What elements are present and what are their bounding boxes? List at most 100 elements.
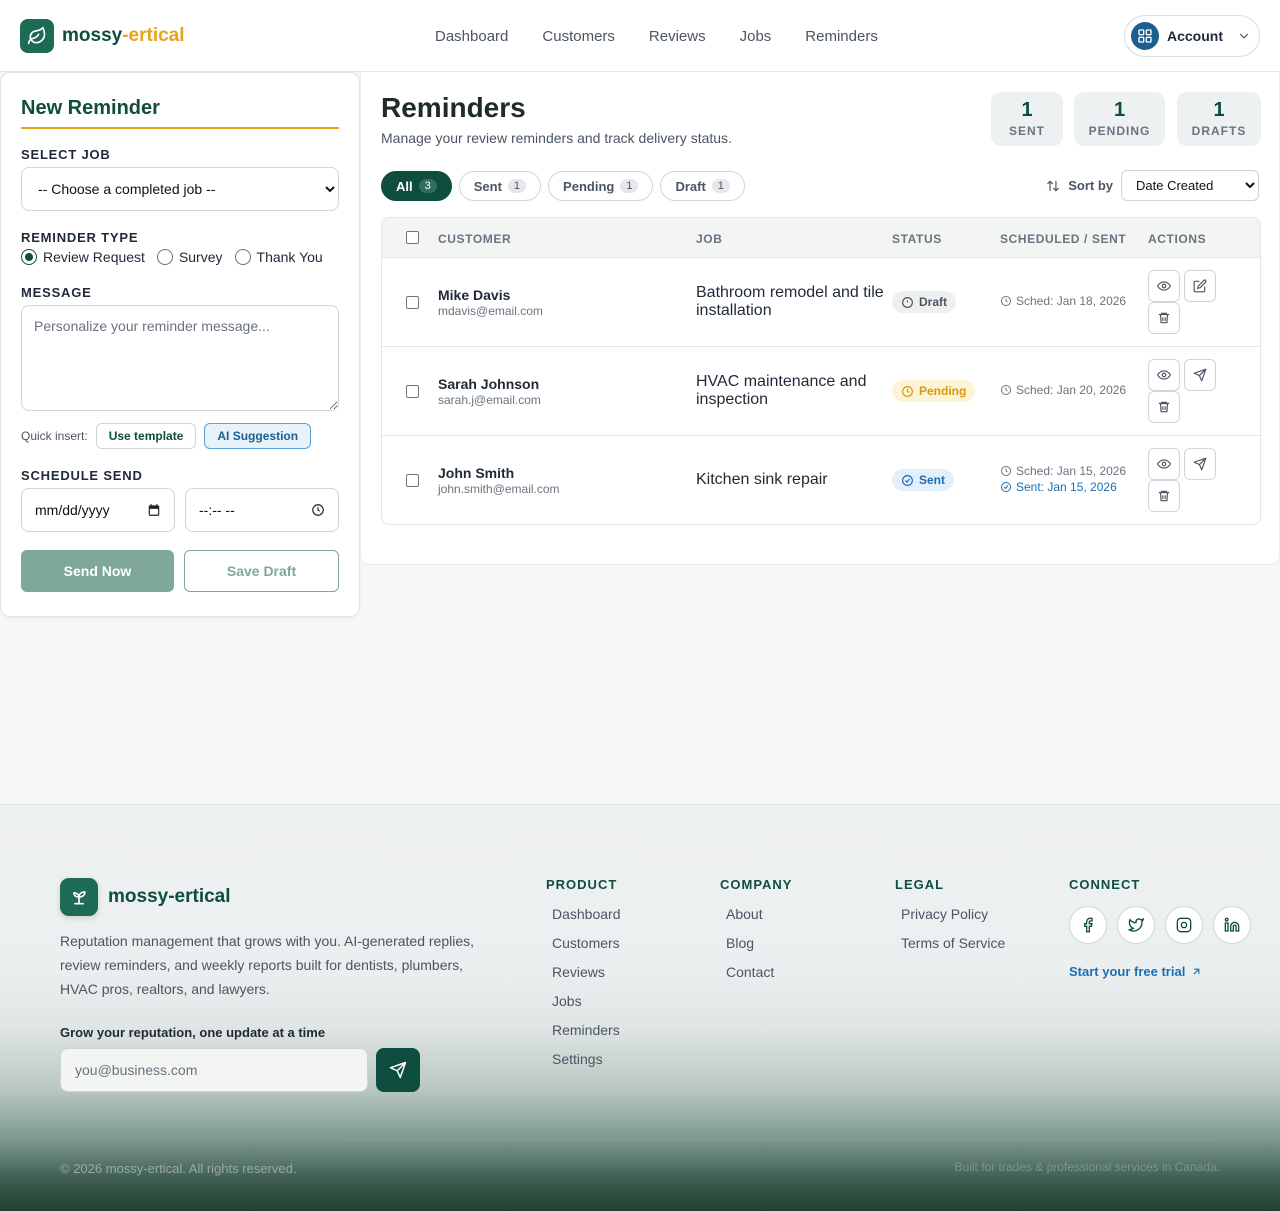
- nav-jobs[interactable]: Jobs: [723, 28, 789, 45]
- resend-button[interactable]: [1184, 448, 1216, 480]
- free-trial-link[interactable]: Start your free trial: [1069, 964, 1251, 979]
- sort-control: Sort by Date Created: [1046, 170, 1259, 201]
- schedule-time-input[interactable]: --:-- --: [185, 488, 339, 532]
- message-label: MESSAGE: [21, 285, 92, 300]
- footer-link-dashboard[interactable]: Dashboard: [552, 906, 621, 935]
- sort-label: Sort by: [1068, 178, 1113, 193]
- calendar-icon[interactable]: [147, 503, 161, 517]
- table-row: Mike Davis mdavis@email.com Bathroom rem…: [382, 258, 1260, 347]
- eye-icon: [1157, 279, 1171, 293]
- clock-icon: [1000, 384, 1012, 396]
- brand-name: mossy: [62, 25, 123, 46]
- footer-link-terms[interactable]: Terms of Service: [901, 935, 1005, 964]
- account-menu-button[interactable]: Account: [1124, 15, 1260, 57]
- new-reminder-panel: New Reminder SELECT JOB -- Choose a comp…: [0, 72, 360, 617]
- footer-link-privacy[interactable]: Privacy Policy: [901, 906, 1005, 935]
- filter-pending[interactable]: Pending 1: [548, 171, 654, 201]
- brand-name-accent: -ertical: [122, 25, 185, 46]
- time-placeholder: --:-- --: [199, 502, 235, 518]
- column-header: JOB: [696, 232, 723, 246]
- schedule-date-input[interactable]: mm/dd/yyyy: [21, 488, 175, 532]
- view-button[interactable]: [1148, 448, 1180, 480]
- facebook-icon[interactable]: [1069, 906, 1107, 944]
- brand-logo-link[interactable]: mossy-ertical: [20, 19, 185, 53]
- save-draft-button[interactable]: Save Draft: [184, 550, 339, 592]
- sent-date: Sent: Jan 15, 2026: [1000, 480, 1117, 494]
- job-title: HVAC maintenance and inspection: [696, 373, 867, 408]
- radio-checked-icon[interactable]: [21, 249, 37, 265]
- radio-survey[interactable]: Survey: [156, 249, 223, 265]
- view-button[interactable]: [1148, 270, 1180, 302]
- send-icon: [389, 1061, 407, 1079]
- nav-customers[interactable]: Customers: [525, 28, 632, 45]
- customer-email: sarah.j@email.com: [438, 393, 541, 407]
- nav-reminders[interactable]: Reminders: [788, 28, 895, 45]
- radio-unchecked-icon[interactable]: [156, 249, 173, 265]
- leaf-icon: [20, 19, 54, 53]
- filter-count: 1: [711, 179, 730, 193]
- sort-dropdown[interactable]: Date Created: [1121, 170, 1259, 201]
- footer-column-title: PRODUCT: [546, 877, 618, 892]
- footer-link-customers[interactable]: Customers: [552, 935, 621, 964]
- filter-draft[interactable]: Draft 1: [660, 171, 745, 201]
- view-button[interactable]: [1148, 359, 1180, 391]
- select-all-checkbox[interactable]: [406, 231, 419, 244]
- clock-icon: [1000, 295, 1012, 307]
- column-header: STATUS: [892, 232, 942, 246]
- edit-button[interactable]: [1184, 270, 1216, 302]
- row-checkbox[interactable]: [406, 474, 419, 487]
- stat-card-pending: 1 PENDING: [1074, 92, 1165, 146]
- send-button[interactable]: [1184, 359, 1216, 391]
- page-subtitle: Manage your review reminders and track d…: [381, 130, 732, 146]
- footer-divider: [340, 1139, 1220, 1140]
- twitter-icon[interactable]: [1117, 906, 1155, 944]
- nav-dashboard[interactable]: Dashboard: [418, 28, 525, 45]
- footer-link-about[interactable]: About: [726, 906, 792, 935]
- account-label: Account: [1167, 28, 1223, 44]
- stat-label: PENDING: [1088, 124, 1151, 138]
- radio-review-request[interactable]: Review Request: [21, 249, 145, 265]
- filter-all[interactable]: All 3: [381, 171, 452, 201]
- stat-card-sent: 1 SENT: [991, 92, 1063, 146]
- dashboard-grid-icon: [1131, 22, 1159, 50]
- trash-icon: [1157, 489, 1171, 503]
- newsletter-email-input[interactable]: you@business.com: [60, 1048, 368, 1092]
- customer-email: john.smith@email.com: [438, 482, 560, 496]
- status-badge: Draft: [892, 291, 957, 313]
- clock-icon[interactable]: [311, 503, 325, 517]
- filter-tabs: All 3 Sent 1 Pending 1 Draft 1: [381, 171, 745, 201]
- select-job-dropdown[interactable]: -- Choose a completed job --: [21, 167, 339, 211]
- footer-link-blog[interactable]: Blog: [726, 935, 792, 964]
- nav-reviews[interactable]: Reviews: [632, 28, 723, 45]
- row-checkbox[interactable]: [406, 296, 419, 309]
- send-now-button[interactable]: Send Now: [21, 550, 174, 592]
- use-template-button[interactable]: Use template: [95, 423, 197, 449]
- filter-label: Draft: [675, 178, 706, 194]
- footer-link-settings[interactable]: Settings: [552, 1051, 621, 1080]
- newsletter-label: Grow your reputation, one update at a ti…: [60, 1025, 326, 1040]
- row-checkbox[interactable]: [406, 385, 419, 398]
- newsletter-submit-button[interactable]: [376, 1048, 420, 1092]
- radio-unchecked-icon[interactable]: [234, 249, 251, 265]
- footer-link-reminders[interactable]: Reminders: [552, 1022, 621, 1051]
- radio-thank-you[interactable]: Thank You: [234, 249, 323, 265]
- table-row: Sarah Johnson sarah.j@email.com HVAC mai…: [382, 347, 1260, 436]
- footer-link-jobs[interactable]: Jobs: [552, 993, 621, 1022]
- filter-sent[interactable]: Sent 1: [458, 171, 542, 201]
- instagram-icon[interactable]: [1165, 906, 1203, 944]
- chevron-down-icon: [1237, 29, 1251, 43]
- linkedin-icon[interactable]: [1213, 906, 1251, 944]
- delete-button[interactable]: [1148, 480, 1180, 512]
- social-links: [1069, 906, 1251, 944]
- send-icon: [1193, 368, 1207, 382]
- message-textarea[interactable]: [21, 305, 339, 411]
- footer-link-reviews[interactable]: Reviews: [552, 964, 621, 993]
- footer-brand[interactable]: mossy-ertical: [60, 878, 231, 916]
- stat-value: 1: [1113, 99, 1126, 121]
- delete-button[interactable]: [1148, 391, 1180, 423]
- ai-suggestion-button[interactable]: AI Suggestion: [204, 423, 312, 449]
- delete-button[interactable]: [1148, 302, 1180, 334]
- filter-label: All: [396, 178, 413, 194]
- footer-link-contact[interactable]: Contact: [726, 964, 792, 993]
- reminders-panel: Reminders Manage your review reminders a…: [360, 72, 1280, 565]
